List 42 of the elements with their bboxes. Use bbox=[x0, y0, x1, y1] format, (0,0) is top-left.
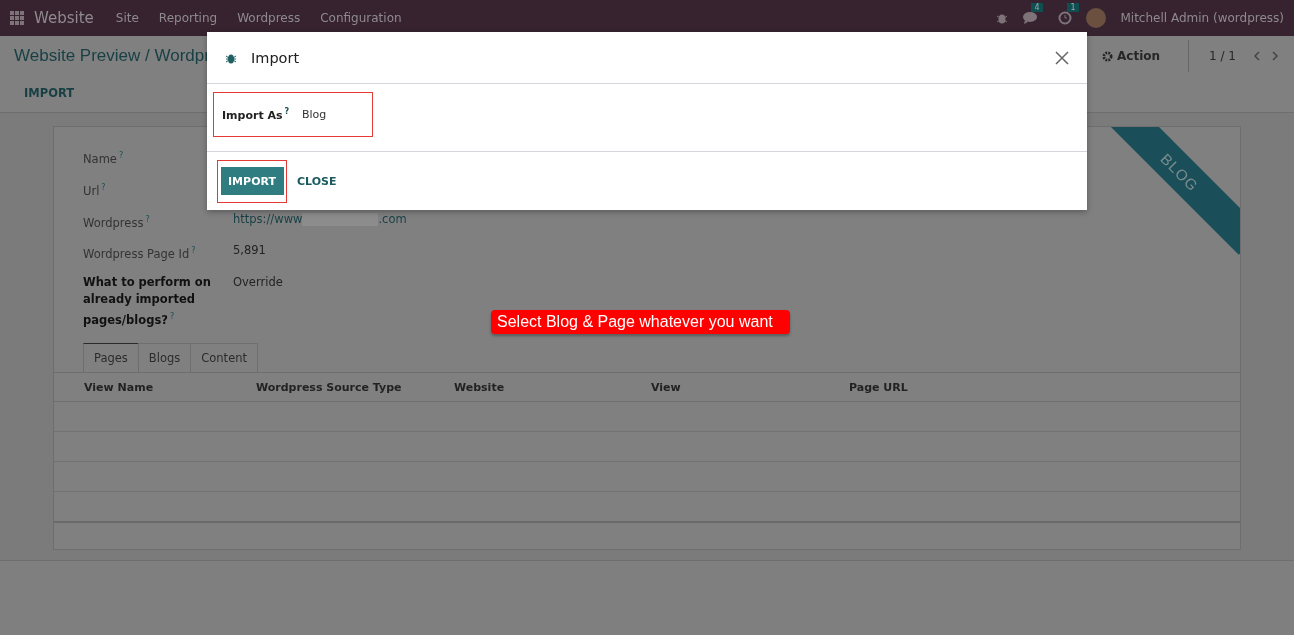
column-header[interactable]: Wordpress Source Type bbox=[256, 380, 454, 394]
action-menu[interactable]: Action bbox=[1117, 49, 1161, 63]
message-count-badge: 4 bbox=[1031, 3, 1043, 12]
column-header[interactable]: Website bbox=[454, 380, 651, 394]
chat-icon[interactable] bbox=[1022, 11, 1039, 25]
import-button[interactable]: IMPORT bbox=[14, 76, 85, 112]
user-name[interactable]: Mitchell Admin (wordpress) bbox=[1120, 11, 1284, 25]
menu-item[interactable]: Site bbox=[115, 11, 139, 25]
field-label: What to perform on already imported pages/blogs?$^{?}$ bbox=[83, 274, 212, 330]
field-label: Wordpress Page Id$^{?}$ bbox=[83, 245, 197, 264]
app-name[interactable]: Website bbox=[34, 9, 94, 27]
tab[interactable]: Pages bbox=[83, 343, 139, 373]
column-header[interactable]: View Name bbox=[84, 380, 256, 394]
close-button[interactable]: CLOSE bbox=[295, 174, 339, 188]
user-avatar[interactable] bbox=[1086, 8, 1107, 28]
menu-item[interactable]: Configuration bbox=[320, 11, 402, 25]
gear-icon bbox=[1102, 50, 1113, 62]
menu-item[interactable]: Wordpress bbox=[237, 11, 301, 25]
previous-icon[interactable] bbox=[1252, 51, 1262, 61]
field-label: Url$^{?}$ bbox=[83, 181, 107, 200]
activity-count-badge: 1 bbox=[1067, 3, 1079, 12]
callout-label: Select Blog & Page whatever you want bbox=[491, 310, 790, 334]
menu-item[interactable]: Reporting bbox=[158, 11, 218, 25]
column-header[interactable]: View bbox=[651, 380, 849, 394]
import-as-select[interactable]: Blog bbox=[302, 108, 327, 121]
url-link[interactable]: https://www .com bbox=[233, 211, 407, 226]
field-label: Name$^{?}$ bbox=[83, 150, 125, 168]
import-button[interactable]: IMPORT bbox=[220, 167, 284, 195]
bug-icon[interactable] bbox=[996, 12, 1009, 24]
breadcrumb[interactable]: Website Preview / Wordpr bbox=[14, 46, 210, 66]
clock-icon[interactable] bbox=[1058, 11, 1073, 25]
field-label: Import As$^{?}$ bbox=[222, 107, 291, 122]
apps-grid-icon[interactable] bbox=[10, 11, 24, 25]
close-icon[interactable] bbox=[1055, 50, 1069, 65]
column-header[interactable]: Page URL bbox=[849, 380, 1240, 394]
field-label: Wordpress$^{?}$ bbox=[83, 213, 151, 232]
next-icon[interactable] bbox=[1270, 51, 1280, 61]
tab[interactable]: Content bbox=[190, 343, 258, 373]
pager-value: 1 / 1 bbox=[1208, 49, 1237, 63]
dialog-title: Import bbox=[251, 49, 300, 66]
field-value: Override bbox=[233, 275, 283, 290]
field-value: 5,891 bbox=[233, 243, 266, 258]
